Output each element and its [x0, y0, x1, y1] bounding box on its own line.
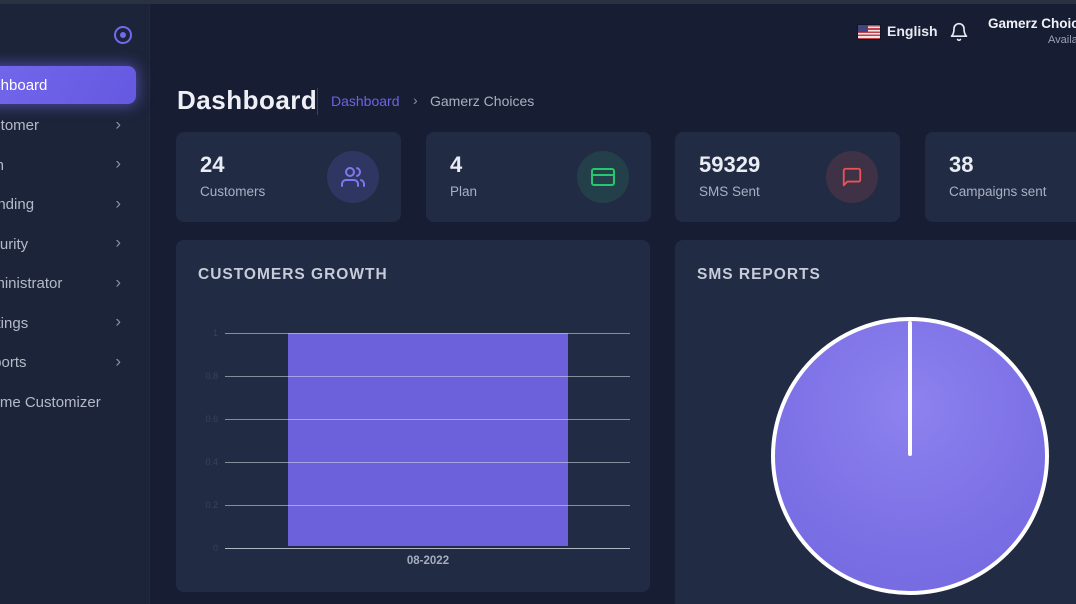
page-title: Dashboard: [177, 85, 317, 116]
chevron-right-icon: ›: [115, 193, 121, 213]
gridline: [225, 376, 630, 377]
sms-reports-panel: SMS REPORTS: [675, 240, 1076, 604]
sidebar-menu: Dashboard Customer › Plan › Branding › S…: [0, 66, 149, 422]
gridline: [225, 505, 630, 506]
window-top-edge: [0, 0, 1076, 4]
stat-card-customers: 24 Customers: [176, 132, 401, 222]
chevron-right-icon: ›: [115, 351, 121, 371]
sidebar-item-theme-customizer[interactable]: Theme Customizer: [0, 383, 149, 423]
credit-card-icon: [577, 151, 629, 203]
breadcrumb-current: Gamerz Choices: [430, 93, 534, 109]
stat-label: Customers: [200, 184, 265, 199]
stat-card-plan: 4 Plan: [426, 132, 651, 222]
sidebar-item-administrator[interactable]: Administrator ›: [0, 264, 149, 304]
sidebar-item-label: Security: [0, 236, 28, 253]
pie-slice-divider: [908, 321, 912, 456]
stat-card-campaigns: 38 Campaigns sent: [925, 132, 1076, 222]
title-divider: [317, 88, 318, 115]
panel-title: SMS REPORTS: [697, 266, 821, 284]
sidebar-item-label: Reports: [0, 354, 27, 371]
sidebar-item-label: Customer: [0, 117, 39, 134]
sidebar-item-label: Plan: [0, 157, 4, 174]
stat-label: Plan: [450, 184, 477, 199]
gridline: [225, 333, 630, 334]
user-menu-name[interactable]: Gamerz Choices: [988, 16, 1076, 31]
y-axis-tick: 0.2: [180, 500, 218, 510]
sidebar-toggle-icon[interactable]: [114, 26, 132, 44]
sidebar-item-plan[interactable]: Plan ›: [0, 146, 149, 186]
stat-label: Campaigns sent: [949, 184, 1047, 199]
chevron-right-icon: ›: [115, 233, 121, 253]
sidebar-item-security[interactable]: Security ›: [0, 225, 149, 265]
bar-08-2022: [288, 333, 568, 546]
chevron-right-icon: ›: [115, 272, 121, 292]
language-selector[interactable]: English: [887, 23, 938, 39]
sidebar-item-customer[interactable]: Customer ›: [0, 106, 149, 146]
sidebar-item-settings[interactable]: Settings ›: [0, 304, 149, 344]
stat-value: 59329: [699, 152, 760, 178]
chevron-right-icon: ›: [115, 114, 121, 134]
circled-dot-icon: [120, 32, 126, 38]
customers-growth-panel: CUSTOMERS GROWTH 1 0.8 0.6 0.4 0.2 0 08-…: [176, 240, 650, 592]
x-axis-line: [225, 548, 630, 549]
sms-reports-pie-chart: [771, 317, 1049, 595]
y-axis-tick: 0.4: [180, 457, 218, 467]
panel-title: CUSTOMERS GROWTH: [198, 266, 388, 284]
y-axis-tick: 0.6: [180, 414, 218, 424]
sidebar: Dashboard Customer › Plan › Branding › S…: [0, 0, 150, 604]
stat-value: 4: [450, 152, 462, 178]
chat-icon: [826, 151, 878, 203]
stat-label: SMS Sent: [699, 184, 760, 199]
stat-value: 38: [949, 152, 973, 178]
flag-canton: [858, 25, 868, 32]
us-flag-icon[interactable]: [858, 25, 880, 39]
user-status: Available: [1048, 34, 1076, 46]
sidebar-item-label: Branding: [0, 196, 34, 213]
users-icon: [327, 151, 379, 203]
sidebar-item-label: Dashboard: [0, 77, 47, 94]
chevron-right-icon: ›: [115, 312, 121, 332]
stat-value: 24: [200, 152, 224, 178]
gridline: [225, 419, 630, 420]
y-axis-tick: 0.8: [180, 371, 218, 381]
breadcrumb-separator-icon: ›: [413, 92, 418, 108]
stat-card-sms-sent: 59329 SMS Sent: [675, 132, 900, 222]
y-axis-tick: 0: [180, 543, 218, 553]
sidebar-item-label: Settings: [0, 315, 28, 332]
sidebar-item-label: Administrator: [0, 275, 62, 292]
sidebar-item-branding[interactable]: Branding ›: [0, 185, 149, 225]
notifications-bell-icon[interactable]: [949, 21, 969, 43]
sidebar-item-reports[interactable]: Reports ›: [0, 343, 149, 383]
x-axis-label: 08-2022: [288, 555, 568, 567]
sidebar-item-dashboard[interactable]: Dashboard: [0, 66, 136, 104]
chevron-right-icon: ›: [115, 154, 121, 174]
y-axis-tick: 1: [180, 328, 218, 338]
breadcrumb-link-dashboard[interactable]: Dashboard: [331, 93, 400, 109]
gridline: [225, 462, 630, 463]
sidebar-item-label: Theme Customizer: [0, 394, 101, 411]
